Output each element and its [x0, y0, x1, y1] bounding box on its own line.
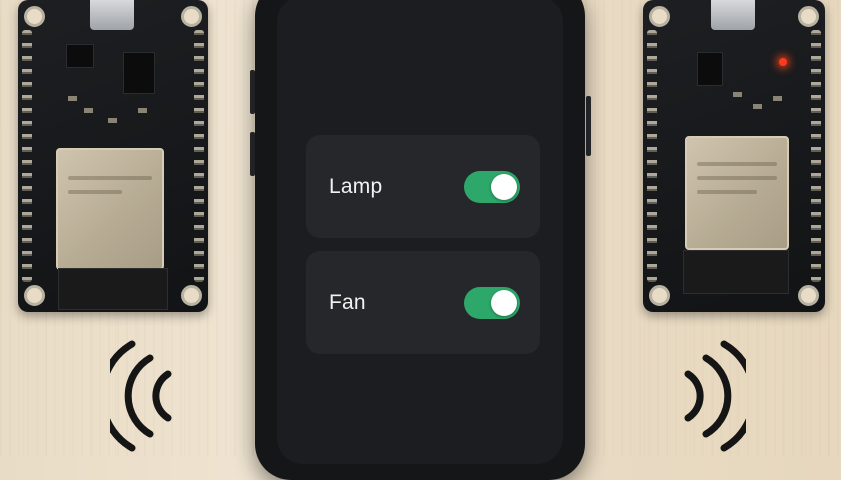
shield-marking — [697, 176, 777, 180]
mounting-hole — [649, 6, 670, 27]
esp32-board-left — [18, 0, 208, 312]
phone-power-button — [586, 96, 591, 156]
shield-marking — [68, 190, 122, 194]
wireless-signal-icon — [98, 340, 180, 452]
usb-port — [90, 0, 134, 30]
mounting-hole — [181, 6, 202, 27]
mounting-hole — [798, 6, 819, 27]
esp32-board-right — [643, 0, 825, 312]
shield-marking — [697, 162, 777, 166]
smd-component — [108, 118, 117, 123]
fan-control-card: Fan — [306, 251, 540, 354]
pin-header-right — [811, 30, 821, 282]
usb-port — [711, 0, 755, 30]
wireless-signal-icon — [676, 340, 758, 452]
wifi-module-shield — [685, 136, 789, 250]
mounting-hole — [24, 285, 45, 306]
antenna-area — [58, 268, 168, 310]
smd-component — [68, 96, 77, 101]
smartphone: Lamp Fan — [255, 0, 585, 480]
lamp-control-card: Lamp — [306, 135, 540, 238]
smd-component — [753, 104, 762, 109]
fan-label: Fan — [329, 290, 366, 314]
smd-component — [138, 108, 147, 113]
smd-component — [84, 108, 93, 113]
voltage-regulator — [697, 52, 723, 86]
shield-marking — [68, 176, 152, 180]
lamp-label: Lamp — [329, 174, 383, 198]
antenna-area — [683, 250, 789, 294]
pin-header-left — [22, 30, 32, 282]
smd-component — [773, 96, 782, 101]
status-led — [779, 58, 787, 66]
mounting-hole — [181, 285, 202, 306]
voltage-regulator — [123, 52, 155, 94]
pin-header-right — [194, 30, 204, 282]
pin-header-left — [647, 30, 657, 282]
mounting-hole — [649, 285, 670, 306]
lamp-toggle[interactable] — [464, 170, 520, 203]
mounting-hole — [24, 6, 45, 27]
mounting-hole — [798, 285, 819, 306]
wifi-module-shield — [56, 148, 164, 270]
smd-component — [733, 92, 742, 97]
phone-screen: Lamp Fan — [277, 0, 563, 464]
fan-toggle[interactable] — [464, 286, 520, 319]
toggle-knob — [491, 173, 517, 200]
smd-chip — [66, 44, 94, 68]
toggle-knob — [491, 289, 517, 316]
shield-marking — [697, 190, 757, 194]
